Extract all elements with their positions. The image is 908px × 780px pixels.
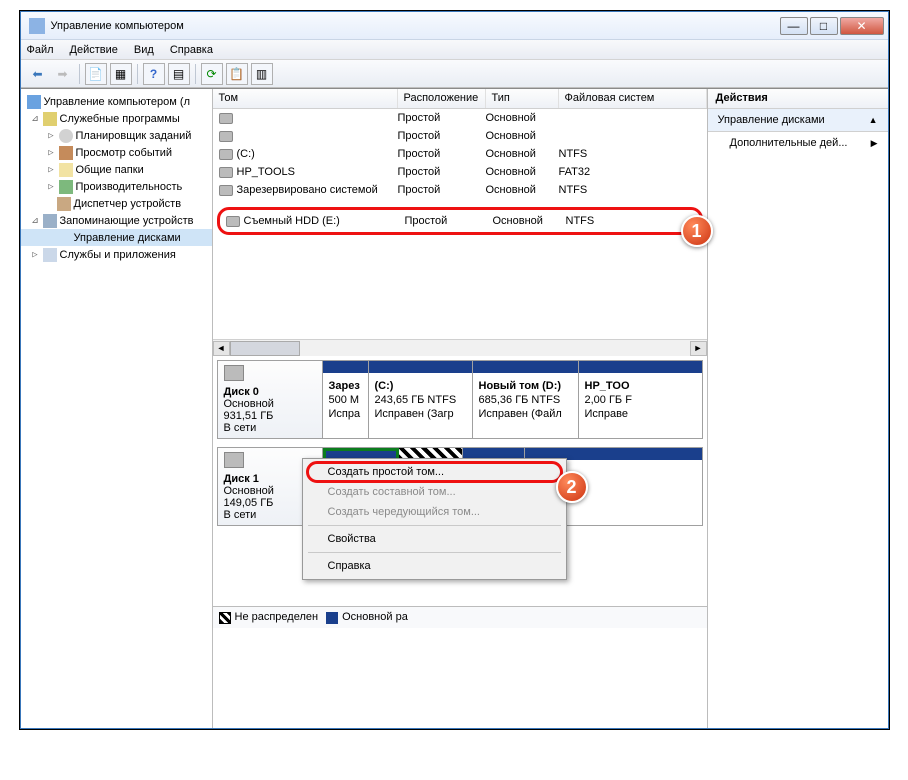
actions-pane: Действия Управление дисками▲ Дополнитель… (708, 89, 888, 728)
toolbar: ⬅ ➡ 📄 ▦ ? ▤ ⟳ 📋 ▥ (21, 60, 888, 88)
actions-more[interactable]: Дополнительные дей...▶ (708, 132, 888, 154)
services-icon (43, 248, 57, 262)
collapse-icon: ▲ (869, 115, 878, 125)
horizontal-scrollbar[interactable]: ◄► (213, 339, 707, 356)
volume-row[interactable]: HP_TOOLSПростойОсновнойFAT32 (213, 163, 707, 181)
device-icon (57, 197, 71, 211)
drive-icon (226, 216, 240, 227)
up-button[interactable]: 📄 (85, 63, 107, 85)
volume-row[interactable]: Зарезервировано системойПростойОсновнойN… (213, 181, 707, 199)
disk-icon (224, 452, 244, 468)
help-button[interactable]: ? (143, 63, 165, 85)
tools-icon (43, 112, 57, 126)
drive-icon (219, 185, 233, 196)
drive-icon (219, 113, 233, 124)
volume-row[interactable]: ПростойОсновной (213, 127, 707, 145)
legend-primary-swatch (326, 612, 338, 624)
ctx-properties[interactable]: Свойства (306, 529, 563, 549)
tree-shared[interactable]: Общие папки (76, 164, 144, 176)
refresh-button[interactable]: ⟳ (201, 63, 223, 85)
ctx-create-striped-volume: Создать чередующийся том... (306, 502, 563, 522)
menu-file[interactable]: Файл (27, 44, 54, 56)
tree-root[interactable]: Управление компьютером (л (44, 96, 191, 108)
legend-primary-label: Основной ра (342, 611, 408, 623)
highlighted-volume: Съемный HDD (E:)ПростойОсновнойNTFS (217, 207, 703, 235)
disk-0-label[interactable]: Диск 0 Основной 931,51 ГБ В сети (218, 361, 323, 438)
actions-header: Действия (708, 89, 888, 109)
disk-graphical-view: Диск 0 Основной 931,51 ГБ В сети Зарез50… (213, 356, 707, 606)
menu-help[interactable]: Справка (170, 44, 213, 56)
tree-services[interactable]: Службы и приложения (60, 249, 176, 261)
disk-icon (57, 231, 71, 245)
partition[interactable]: Зарез500 МИспра (323, 361, 369, 438)
disk-0-row[interactable]: Диск 0 Основной 931,51 ГБ В сети Зарез50… (217, 360, 703, 439)
tree-systools[interactable]: Служебные программы (60, 113, 180, 125)
menu-view[interactable]: Вид (134, 44, 154, 56)
partition[interactable]: Новый том (D:)685,36 ГБ NTFSИсправен (Фа… (473, 361, 579, 438)
tree-storage[interactable]: Запоминающие устройств (60, 215, 194, 227)
tb-icon-2[interactable]: ▥ (251, 63, 273, 85)
view-button[interactable]: ▤ (168, 63, 190, 85)
app-icon (29, 18, 45, 34)
actions-group[interactable]: Управление дисками▲ (708, 109, 888, 132)
menu-action[interactable]: Действие (70, 44, 118, 56)
volume-row-selected[interactable]: Съемный HDD (E:)ПростойОсновнойNTFS (220, 212, 700, 230)
window-title: Управление компьютером (51, 20, 780, 32)
col-volume[interactable]: Том (213, 89, 398, 108)
nav-tree[interactable]: Управление компьютером (л ⊿Служебные про… (21, 89, 213, 728)
tree-devmgr[interactable]: Диспетчер устройств (74, 198, 182, 210)
volume-list[interactable]: ПростойОсновной ПростойОсновной (C:)Прос… (213, 109, 707, 339)
tree-perf[interactable]: Производительность (76, 181, 183, 193)
drive-icon (219, 167, 233, 178)
annotation-badge-1: 1 (681, 215, 713, 247)
perf-icon (59, 180, 73, 194)
folder-icon (59, 163, 73, 177)
annotation-badge-2: 2 (556, 471, 588, 503)
title-bar: Управление компьютером — □ ✕ (21, 12, 888, 40)
legend-unallocated-swatch (219, 612, 231, 624)
scrollbar-thumb[interactable] (230, 341, 300, 356)
storage-icon (43, 214, 57, 228)
properties-button[interactable]: ▦ (110, 63, 132, 85)
context-menu: Создать простой том... Создать составной… (302, 458, 567, 580)
drive-icon (219, 131, 233, 142)
col-layout[interactable]: Расположение (398, 89, 486, 108)
clock-icon (59, 129, 73, 143)
tree-sched[interactable]: Планировщик заданий (76, 130, 192, 142)
maximize-button[interactable]: □ (810, 17, 838, 35)
ctx-create-simple-volume[interactable]: Создать простой том... (306, 462, 563, 482)
volume-row[interactable]: ПростойОсновной (213, 109, 707, 127)
back-button[interactable]: ⬅ (27, 63, 49, 85)
col-type[interactable]: Тип (486, 89, 559, 108)
partition[interactable]: (C:)243,65 ГБ NTFSИсправен (Загр (369, 361, 473, 438)
ctx-help[interactable]: Справка (306, 556, 563, 576)
scroll-left-button[interactable]: ◄ (213, 341, 230, 356)
scroll-right-button[interactable]: ► (690, 341, 707, 356)
close-button[interactable]: ✕ (840, 17, 884, 35)
volume-row[interactable]: (C:)ПростойОсновнойNTFS (213, 145, 707, 163)
ctx-create-spanned-volume: Создать составной том... (306, 482, 563, 502)
tree-events[interactable]: Просмотр событий (76, 147, 173, 159)
menu-bar: Файл Действие Вид Справка (21, 40, 888, 60)
legend-unallocated-label: Не распределен (235, 611, 319, 623)
tb-icon-1[interactable]: 📋 (226, 63, 248, 85)
volume-list-header: Том Расположение Тип Файловая систем (213, 89, 707, 109)
chevron-right-icon: ▶ (871, 138, 878, 149)
event-icon (59, 146, 73, 160)
legend: Не распределен Основной ра (213, 606, 707, 628)
minimize-button[interactable]: — (780, 17, 808, 35)
drive-icon (219, 149, 233, 160)
col-fs[interactable]: Файловая систем (559, 89, 707, 108)
forward-button[interactable]: ➡ (52, 63, 74, 85)
partition[interactable]: HP_TOO2,00 ГБ FИсправе (579, 361, 702, 438)
disk-icon (224, 365, 244, 381)
computer-icon (27, 95, 41, 109)
tree-diskmgmt[interactable]: Управление дисками (74, 232, 181, 244)
